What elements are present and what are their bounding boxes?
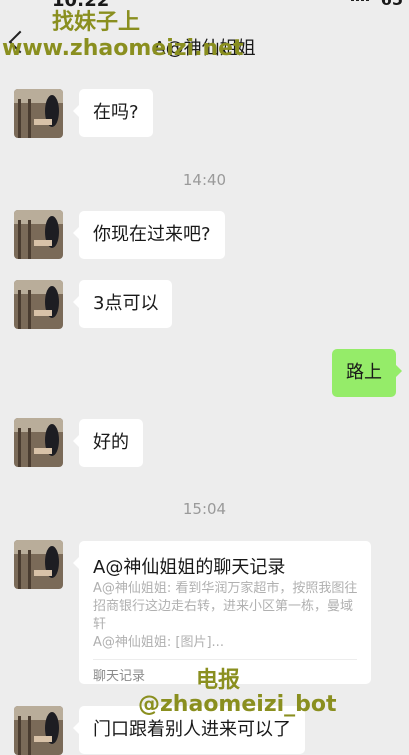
record-line: A@神仙姐姐: 看到华润万家超市，按照我图往招商银行这边走右转，进来小区第一栋，…	[93, 581, 358, 632]
avatar-image	[14, 540, 63, 589]
watermark-url: www.zhaomeizi.net	[2, 36, 244, 61]
avatar[interactable]	[14, 89, 63, 138]
message-bubble[interactable]: 在吗?	[73, 89, 153, 137]
battery-level: 65	[381, 0, 403, 9]
signal-icon	[351, 0, 369, 1]
record-line: A@神仙姐姐: [图片]...	[93, 635, 224, 650]
watermark-text: 电报	[196, 668, 241, 693]
avatar-image	[14, 706, 63, 755]
record-divider	[93, 659, 357, 660]
record-footer: 聊天记录	[93, 669, 146, 684]
timestamp: 15:04	[182, 500, 227, 518]
avatar-image	[14, 280, 63, 329]
watermark-text: 找妹子上	[52, 10, 141, 35]
avatar[interactable]	[14, 540, 63, 589]
avatar-image	[14, 89, 63, 138]
avatar[interactable]	[14, 280, 63, 329]
avatar[interactable]	[14, 706, 63, 755]
watermark-handle: @zhaomeizi_bot	[138, 692, 337, 717]
avatar[interactable]	[14, 210, 63, 259]
avatar[interactable]	[14, 418, 63, 467]
avatar-image	[14, 418, 63, 467]
record-title: A@神仙姐姐的聊天记录	[93, 557, 286, 578]
avatar-image	[14, 210, 63, 259]
message-bubble[interactable]: 你现在过来吧?	[73, 211, 225, 259]
record-preview: A@神仙姐姐: 看到华润万家超市，按照我图往招商银行这边走右转，进来小区第一栋，…	[93, 580, 359, 652]
my-message-bubble[interactable]: 路上	[332, 349, 402, 397]
message-bubble[interactable]: 3点可以	[72, 280, 173, 328]
timestamp: 14:40	[182, 171, 227, 189]
message-bubble[interactable]: 好的	[73, 419, 143, 467]
